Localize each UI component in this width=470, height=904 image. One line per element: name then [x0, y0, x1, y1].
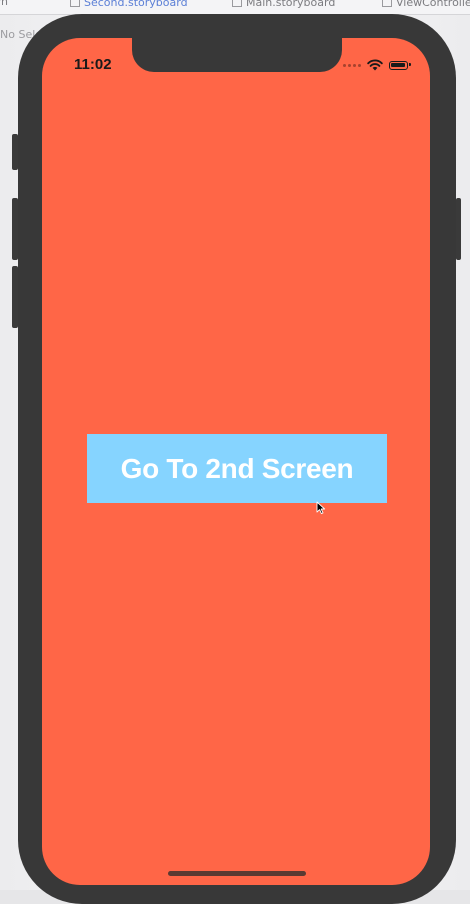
volume-down-button — [12, 266, 18, 328]
power-button — [456, 198, 461, 260]
xcode-tab-viewcontroller[interactable]: ViewController — [382, 0, 470, 9]
home-indicator[interactable] — [168, 871, 306, 876]
status-bar-indicators — [343, 58, 411, 72]
app-screen: 11:02 Go To 2nd Screen — [42, 38, 430, 885]
xcode-tab-second-storyboard[interactable]: Second.storyboard — [70, 0, 188, 9]
storyboard-file-icon — [232, 0, 242, 7]
xcode-tab-main-storyboard[interactable]: Main.storyboard — [232, 0, 335, 9]
xcode-tab-label: ViewController — [396, 0, 470, 9]
wifi-icon — [367, 59, 383, 71]
xcode-tab-partial[interactable]: wn — [0, 0, 8, 8]
status-bar-time: 11:02 — [74, 56, 112, 73]
volume-up-button — [12, 198, 18, 260]
swift-file-icon — [382, 0, 392, 7]
mouse-cursor-icon — [316, 501, 326, 515]
storyboard-file-icon — [70, 0, 80, 7]
go-to-2nd-screen-button[interactable]: Go To 2nd Screen — [87, 434, 387, 503]
xcode-tab-label: Main.storyboard — [246, 0, 336, 9]
xcode-tab-bar: wn Second.storyboard Main.storyboard Vie… — [0, 0, 470, 15]
go-to-2nd-screen-label: Go To 2nd Screen — [120, 452, 354, 484]
notch — [132, 38, 342, 72]
mute-switch — [12, 134, 18, 170]
cellular-signal-icon — [343, 63, 361, 67]
xcode-tab-label: Second.storyboard — [84, 0, 188, 9]
battery-icon — [389, 60, 411, 70]
